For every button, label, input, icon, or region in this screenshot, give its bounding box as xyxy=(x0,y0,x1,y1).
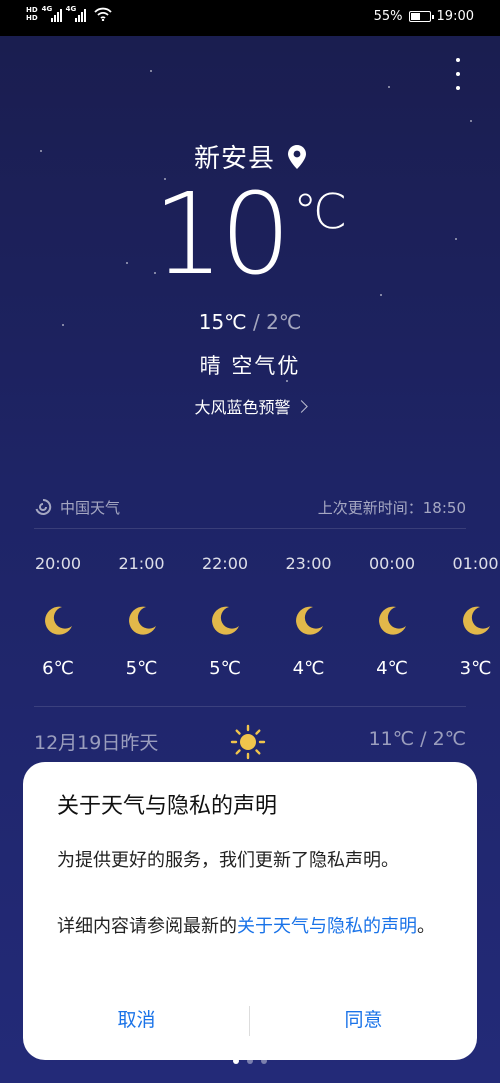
page-indicator xyxy=(0,1058,500,1064)
moon-icon xyxy=(212,606,239,635)
hour-time: 20:00 xyxy=(34,554,82,573)
chevron-right-icon xyxy=(294,400,308,413)
hour-temp: 4℃ xyxy=(376,658,408,679)
temp-range: 15℃ / 2℃ xyxy=(0,310,500,334)
signal-1-icon: 4G xyxy=(42,5,62,22)
hourly-item: 20:00 6℃ xyxy=(16,550,100,679)
hourly-item: 21:00 5℃ xyxy=(100,550,184,679)
battery-percent: 55% xyxy=(373,9,403,24)
dialog-title: 关于天气与隐私的声明 xyxy=(57,794,278,819)
hour-time: 00:00 xyxy=(368,554,416,573)
location-pin-icon[interactable] xyxy=(288,144,307,169)
hd-indicators: HD HD xyxy=(26,6,38,22)
daily-range: 11℃ / 2℃ xyxy=(368,728,466,750)
hour-time: 22:00 xyxy=(201,554,249,573)
last-updated: 上次更新时间：18:50 xyxy=(317,498,466,517)
hourly-forecast[interactable]: 20:00 6℃ 21:00 5℃ 22:00 5℃ 23:00 4℃ 00:00 4℃ 01:00… xyxy=(16,550,500,690)
hourly-item: 23:00 4℃ xyxy=(267,550,351,679)
hour-time: 23:00 xyxy=(285,554,332,573)
china-weather-logo-icon xyxy=(35,498,52,515)
source-name: 中国天气 xyxy=(60,498,121,517)
signal-2-icon: 4G xyxy=(66,5,86,22)
privacy-dialog: 关于天气与隐私的声明 为提供更好的服务，我们更新了隐私声明。 详细内容请参阅最新… xyxy=(23,762,477,1060)
current-temperature: 10 ℃ xyxy=(0,170,500,300)
star xyxy=(470,120,472,122)
sun-icon xyxy=(230,724,266,760)
dialog-message: 为提供更好的服务，我们更新了隐私声明。 xyxy=(57,850,399,871)
agree-button[interactable]: 同意 xyxy=(250,1000,477,1040)
hour-time: 01:00 xyxy=(452,554,499,573)
page-dot xyxy=(261,1058,267,1064)
source-row: 中国天气 上次更新时间：18:50 xyxy=(34,495,466,519)
page-dot-active xyxy=(233,1058,239,1064)
cancel-button[interactable]: 取消 xyxy=(23,1000,250,1040)
hour-temp: 3℃ xyxy=(459,658,492,679)
daily-forecast-row[interactable]: 12月19日昨天 11℃ / 2℃ xyxy=(34,724,466,760)
hour-temp: 5℃ xyxy=(125,658,158,679)
signal-group: HD HD 4G 4G xyxy=(26,5,112,22)
weather-alert-link[interactable]: 大风蓝色预警 xyxy=(0,394,500,418)
dialog-detail-prefix: 详细内容请参阅最新的 xyxy=(57,916,237,937)
alert-text: 大风蓝色预警 xyxy=(194,398,291,417)
moon-icon xyxy=(45,606,72,635)
hourly-item: 00:00 4℃ xyxy=(350,550,434,679)
dialog-detail: 详细内容请参阅最新的关于天气与隐私的声明。 xyxy=(57,912,447,942)
daily-date: 12月19日昨天 xyxy=(34,732,159,754)
star xyxy=(286,380,288,382)
wifi-icon xyxy=(94,7,112,21)
hd-label-1: HD xyxy=(26,6,38,14)
star xyxy=(150,70,152,72)
status-right: 55% 19:00 xyxy=(374,9,474,24)
divider xyxy=(34,528,466,529)
temperature-value: 10 xyxy=(152,170,292,300)
more-menu-button[interactable] xyxy=(454,58,462,90)
temp-range-separator: / xyxy=(246,310,267,334)
temp-low: 2℃ xyxy=(266,310,302,334)
divider xyxy=(34,706,466,707)
clock: 19:00 xyxy=(436,9,474,24)
moon-icon xyxy=(462,606,490,635)
hourly-item: 22:00 5℃ xyxy=(183,550,267,679)
moon-icon xyxy=(379,606,406,635)
dialog-buttons: 取消 同意 xyxy=(23,1000,477,1040)
moon-icon xyxy=(295,606,323,635)
hour-time: 21:00 xyxy=(118,554,165,573)
star xyxy=(388,86,390,88)
battery-icon xyxy=(408,11,434,22)
weather-condition: 晴 空气优 xyxy=(199,354,301,378)
dialog-detail-suffix: 。 xyxy=(417,916,435,937)
hour-temp: 5℃ xyxy=(209,658,241,679)
temperature-unit: ℃ xyxy=(293,184,348,240)
privacy-statement-link[interactable]: 关于天气与隐私的声明 xyxy=(237,916,417,937)
status-bar: HD HD 4G 4G 55% 19:00 xyxy=(0,0,500,36)
hd-label-2: HD xyxy=(26,14,38,22)
hour-temp: 6℃ xyxy=(42,658,74,679)
temp-high: 15℃ xyxy=(198,310,247,334)
page-dot xyxy=(247,1058,253,1064)
hour-temp: 4℃ xyxy=(292,658,325,679)
hourly-item: 01:00 3℃ xyxy=(434,550,500,679)
moon-icon xyxy=(128,606,156,635)
more-vertical-icon xyxy=(456,58,460,62)
